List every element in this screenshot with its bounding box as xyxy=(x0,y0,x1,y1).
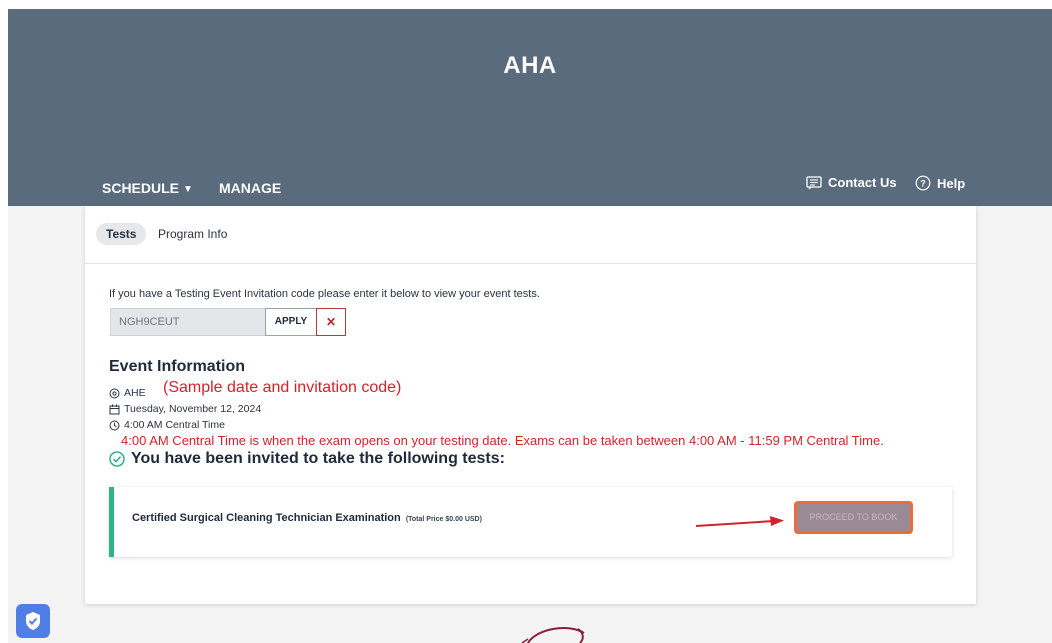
exam-card: Certified Surgical Cleaning Technician E… xyxy=(109,487,952,557)
nav-help[interactable]: ? Help xyxy=(915,175,965,191)
clear-code-button[interactable]: ✕ xyxy=(316,308,346,336)
invitation-code-input[interactable] xyxy=(110,308,266,336)
invited-heading: You have been invited to take the follow… xyxy=(109,450,505,468)
invited-heading-text: You have been invited to take the follow… xyxy=(131,450,505,467)
brand-title: AHA xyxy=(503,52,557,79)
event-time-value: 4:00 AM Central Time xyxy=(124,419,225,431)
time-annotation: 4:00 AM Central Time is when the exam op… xyxy=(121,433,884,448)
nav-manage[interactable]: MANAGE xyxy=(219,180,281,196)
site-header: AHA SCHEDULE ▼ MANAGE Contact Us ? Help xyxy=(8,9,1052,206)
tab-tests[interactable]: Tests xyxy=(96,223,147,245)
footer-logo-icon xyxy=(521,627,585,643)
exam-price: (Total Price $0.00 USD) xyxy=(405,516,482,523)
check-circle-icon xyxy=(109,451,125,467)
apply-button[interactable]: APPLY xyxy=(265,308,317,336)
calendar-icon xyxy=(109,404,120,414)
tests-card: Tests Program Info If you have a Testing… xyxy=(85,206,976,604)
tab-bar: Tests Program Info xyxy=(85,206,976,264)
arrow-annotation-icon xyxy=(695,516,784,527)
nav-schedule[interactable]: SCHEDULE ▼ xyxy=(102,180,193,196)
exam-title: Certified Surgical Cleaning Technician E… xyxy=(132,512,482,524)
left-margin xyxy=(0,0,8,643)
event-location-value: AHE xyxy=(124,387,146,399)
event-info-title: Event Information xyxy=(109,358,246,375)
event-location: AHE xyxy=(109,387,146,399)
help-label: Help xyxy=(937,175,966,191)
clock-icon xyxy=(109,420,120,430)
proceed-to-book-button[interactable]: PROCEED TO BOOK xyxy=(794,501,913,534)
nav-schedule-label: SCHEDULE xyxy=(102,180,180,196)
location-pin-icon xyxy=(109,388,120,398)
contact-label: Contact Us xyxy=(828,175,897,190)
shield-icon[interactable] xyxy=(16,604,50,638)
exam-name-text: Certified Surgical Cleaning Technician E… xyxy=(132,512,401,524)
svg-text:?: ? xyxy=(920,179,926,189)
top-margin xyxy=(0,0,1052,9)
event-date-value: Tuesday, November 12, 2024 xyxy=(124,403,262,415)
nav-contact-us[interactable]: Contact Us xyxy=(806,175,897,190)
event-date: Tuesday, November 12, 2024 xyxy=(109,403,261,415)
help-icon: ? xyxy=(915,175,931,191)
message-icon xyxy=(806,175,822,189)
sample-annotation: (Sample date and invitation code) xyxy=(163,379,402,396)
tab-program-info[interactable]: Program Info xyxy=(148,223,237,245)
invite-prompt: If you have a Testing Event Invitation c… xyxy=(109,288,540,300)
caret-down-icon: ▼ xyxy=(183,184,193,195)
event-time: 4:00 AM Central Time xyxy=(109,419,225,431)
